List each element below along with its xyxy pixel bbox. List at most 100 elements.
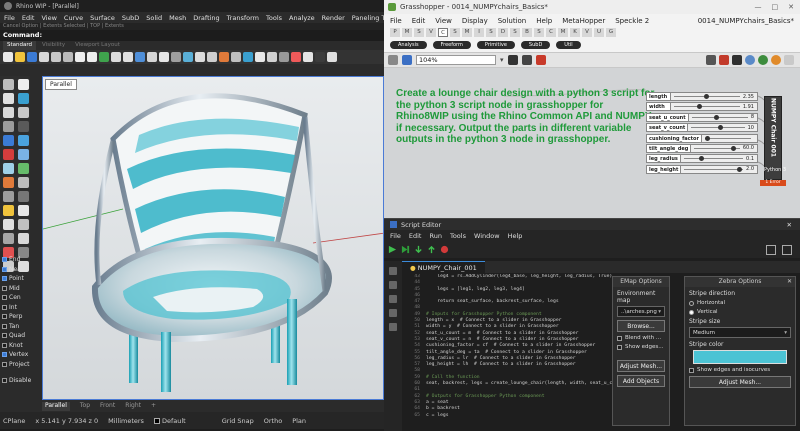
- trim-icon[interactable]: [18, 177, 29, 188]
- gh-category-tab[interactable]: P: [390, 28, 400, 37]
- viewport-label[interactable]: Parallel: [45, 79, 77, 90]
- viewport-tab-right[interactable]: Right: [125, 402, 141, 411]
- step-down-icon[interactable]: [414, 245, 423, 254]
- slider-track[interactable]: [694, 148, 739, 149]
- material-icon[interactable]: [291, 52, 301, 62]
- perspective-viewport[interactable]: Parallel: [42, 76, 384, 400]
- rhino-menu-drafting[interactable]: Drafting: [193, 14, 219, 22]
- rhino-menu-paneling-tools[interactable]: Paneling Tools: [352, 14, 384, 22]
- rhino-menu-mesh[interactable]: Mesh: [169, 14, 186, 22]
- grid-snap-toggle[interactable]: Grid Snap: [222, 417, 254, 425]
- options-icon[interactable]: [327, 52, 337, 62]
- code-editor[interactable]: 43 leg4 = rs.AddCylinder(leg4_base, leg_…: [402, 274, 614, 430]
- gh-category-tab[interactable]: U: [594, 28, 604, 37]
- disable-icon[interactable]: [719, 55, 729, 65]
- gh-menu-metahopper[interactable]: MetaHopper: [562, 17, 605, 25]
- mesh-icon[interactable]: [3, 163, 14, 174]
- editor-menu-edit[interactable]: Edit: [409, 232, 422, 240]
- checkbox[interactable]: [2, 276, 7, 281]
- osnap-int[interactable]: Int: [2, 303, 42, 313]
- undo-icon[interactable]: [111, 52, 121, 62]
- browse-button[interactable]: Browse...: [617, 320, 665, 332]
- viewport-icon[interactable]: [195, 52, 205, 62]
- gh-category-tab[interactable]: V: [582, 28, 592, 37]
- number-slider-leg-height[interactable]: leg_height2.0: [646, 165, 758, 174]
- minimize-icon[interactable]: —: [755, 3, 762, 11]
- vertical-radio[interactable]: Vertical: [689, 309, 791, 315]
- box-icon[interactable]: [3, 149, 14, 160]
- orange-sphere-icon[interactable]: [771, 55, 781, 65]
- viewport-tab-front[interactable]: Front: [100, 402, 115, 411]
- collapse-right-icon[interactable]: [782, 245, 792, 255]
- gh-category-tab[interactable]: K: [570, 28, 580, 37]
- copy-icon[interactable]: [87, 52, 97, 62]
- number-slider-seat-v-count[interactable]: seat_v_count10: [646, 123, 758, 132]
- stripe-size-select[interactable]: Medium: [689, 327, 791, 338]
- show-edges-isocurves-checkbox[interactable]: Show edges and isocurves: [689, 367, 791, 373]
- snippets-icon[interactable]: [389, 295, 397, 303]
- zoom-extents-icon[interactable]: [171, 52, 181, 62]
- split-icon[interactable]: [3, 191, 14, 202]
- subd-icon[interactable]: [18, 163, 29, 174]
- slider-knob[interactable]: [737, 167, 742, 172]
- save-icon[interactable]: [402, 55, 412, 65]
- rotate-view-icon[interactable]: [147, 52, 157, 62]
- number-slider-cushioning-factor[interactable]: cushioning_factor: [646, 134, 758, 143]
- zoom-dropdown-icon[interactable]: ▾: [500, 56, 504, 64]
- slider-track[interactable]: [684, 169, 743, 170]
- close-icon[interactable]: ✕: [787, 277, 792, 287]
- viewport-tab-top[interactable]: Top: [80, 402, 90, 411]
- checkbox[interactable]: [2, 324, 7, 329]
- rhino-menu-subd[interactable]: SubD: [122, 14, 139, 22]
- settings-icon[interactable]: [389, 323, 397, 331]
- explorer-icon[interactable]: [389, 267, 397, 275]
- editor-menu-file[interactable]: File: [390, 232, 401, 240]
- number-slider-tilt-angle-deg[interactable]: tilt_angle_deg60.0: [646, 144, 758, 153]
- osnap-project[interactable]: Project: [2, 360, 42, 370]
- gh-category-tab[interactable]: S: [534, 28, 544, 37]
- slider-track[interactable]: [674, 96, 740, 97]
- step-up-icon[interactable]: [427, 245, 436, 254]
- gh-menu-display[interactable]: Display: [462, 17, 488, 25]
- move-icon[interactable]: [3, 205, 14, 216]
- rhino-menu-view[interactable]: View: [41, 14, 56, 22]
- editor-menu-help[interactable]: Help: [508, 232, 523, 240]
- gh-menu-solution[interactable]: Solution: [498, 17, 527, 25]
- checkbox[interactable]: [2, 352, 7, 357]
- gh-category-tab[interactable]: S: [450, 28, 460, 37]
- gh-menu-edit[interactable]: Edit: [412, 17, 426, 25]
- slider-knob[interactable]: [704, 94, 709, 99]
- osnap-quad[interactable]: Quad: [2, 331, 42, 341]
- rotate-icon[interactable]: [3, 219, 14, 230]
- preview-eye-icon[interactable]: [522, 55, 532, 65]
- osnap-disable[interactable]: Disable: [2, 376, 42, 386]
- open-folder-icon[interactable]: [15, 52, 25, 62]
- gh-category-tab[interactable]: S: [510, 28, 520, 37]
- number-slider-seat-u-count[interactable]: seat_u_count8: [646, 113, 758, 122]
- checkbox[interactable]: [2, 257, 7, 262]
- gh-category-tab[interactable]: M: [402, 28, 412, 37]
- rhino-menu-file[interactable]: File: [4, 14, 15, 22]
- checkbox[interactable]: [2, 343, 7, 348]
- checkbox[interactable]: [2, 314, 7, 319]
- wire-icon[interactable]: [706, 55, 716, 65]
- zoom-selected-icon[interactable]: [183, 52, 193, 62]
- units-label[interactable]: Millimeters: [108, 417, 144, 425]
- gh-subcategory-analysis[interactable]: Analysis: [390, 41, 427, 49]
- search-icon[interactable]: [389, 281, 397, 289]
- editor-menu-window[interactable]: Window: [474, 232, 500, 240]
- checkbox[interactable]: [2, 286, 7, 291]
- osnap-near[interactable]: Near: [2, 265, 42, 275]
- shaded-preview-icon[interactable]: [732, 55, 742, 65]
- slider-track[interactable]: [691, 127, 744, 128]
- fillet-icon[interactable]: [3, 177, 14, 188]
- stripe-color-swatch[interactable]: [693, 350, 787, 364]
- viewport-tab-parallel[interactable]: Parallel: [42, 402, 70, 411]
- rhino-menu-edit[interactable]: Edit: [22, 14, 35, 22]
- grid-icon[interactable]: [207, 52, 217, 62]
- settings-icon[interactable]: [784, 55, 794, 65]
- layer-indicator[interactable]: Default: [154, 417, 186, 425]
- close-icon[interactable]: ✕: [787, 221, 800, 229]
- point-icon[interactable]: [18, 79, 29, 90]
- gh-category-tab[interactable]: B: [522, 28, 532, 37]
